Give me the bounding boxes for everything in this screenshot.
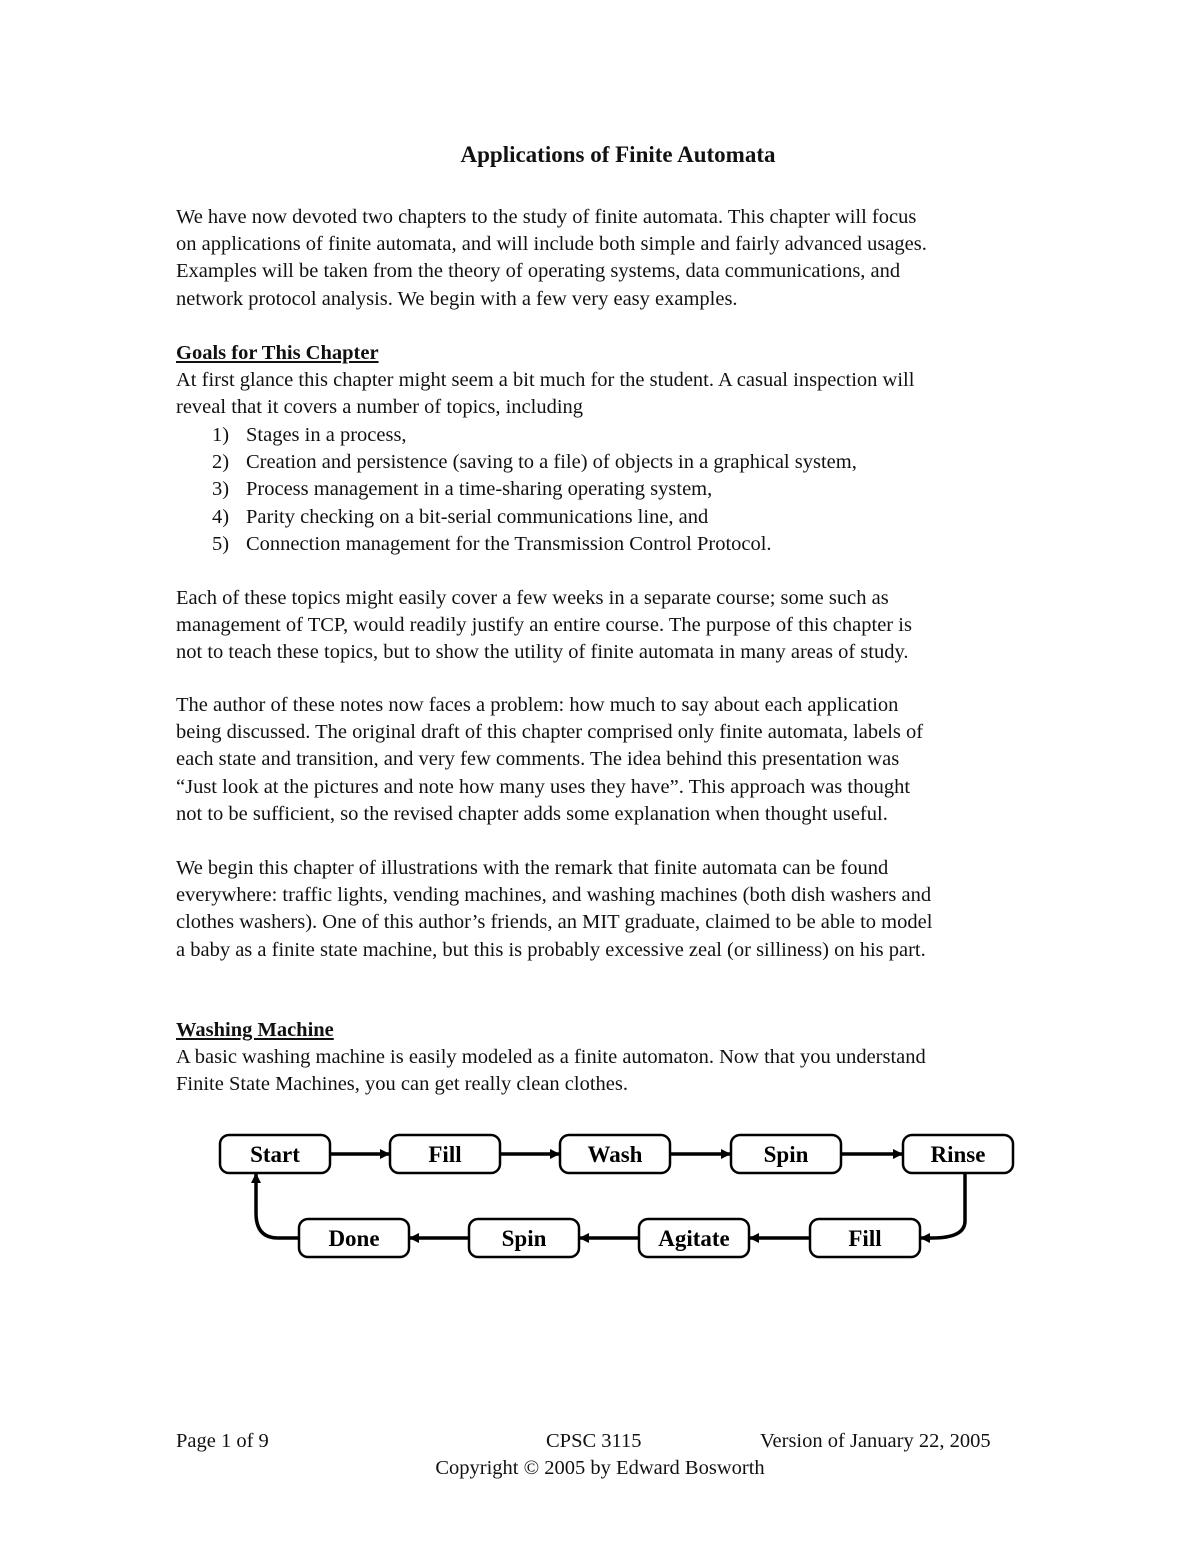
everywhere-paragraph: We begin this chapter of illustrations w… <box>176 855 1066 964</box>
washing-section: Washing Machine A basic washing machine … <box>176 1017 1066 1099</box>
text-line: each state and transition, and very few … <box>176 748 900 771</box>
list-item: 5) Connection management for the Transmis… <box>212 532 772 555</box>
text-line: We begin this chapter of illustrations w… <box>176 857 889 879</box>
text-line: A basic washing machine is easily modele… <box>176 1046 926 1069</box>
list-item: 3) Process management in a time-sharing o… <box>212 478 713 501</box>
text-line: We have now devoted two chapters to the … <box>176 206 917 228</box>
text-line: Each of these topics might easily cover … <box>176 587 889 609</box>
transition-arrow <box>920 1173 967 1243</box>
footer-page: Page 1 of 9 <box>176 1430 269 1452</box>
state-fill: Fill <box>388 1133 502 1175</box>
state-label: Wash <box>588 1142 643 1167</box>
list-item: 4) Parity checking on a bit-serial commun… <box>212 505 709 528</box>
text-line: not to teach these topics, but to show t… <box>176 641 909 664</box>
text-line: network protocol analysis. We begin with… <box>176 287 738 310</box>
text-line: Examples will be taken from the theory o… <box>176 260 901 283</box>
topics-paragraph: Each of these topics might easily cover … <box>176 585 1066 667</box>
state-label: Fill <box>848 1226 881 1251</box>
text-line: a baby as a finite state machine, but th… <box>176 938 926 961</box>
list-item: 1) Stages in a process, <box>212 424 407 446</box>
text-line: “Just look at the pictures and note how … <box>176 775 911 798</box>
goals-section: Goals for This Chapter At first glance t… <box>176 340 1066 422</box>
footer-copyright: Copyright © 2005 by Edward Bosworth <box>435 1457 765 1479</box>
text-line: Finite State Machines, you can get reall… <box>176 1073 628 1096</box>
state-rinse: Rinse <box>901 1133 1015 1175</box>
state-start: Start <box>218 1133 332 1175</box>
intro-paragraph: We have now devoted two chapters to the … <box>176 204 1066 313</box>
transition-arrow <box>251 1173 299 1240</box>
document-title: Applications of Finite Automata <box>460 142 776 167</box>
text-line: being discussed. The original draft of t… <box>176 721 924 744</box>
list-item: 2) Creation and persistence (saving to a … <box>212 451 857 474</box>
state-label: Rinse <box>931 1142 986 1167</box>
text-line: At first glance this chapter might seem … <box>176 369 915 392</box>
state-spin-2: Spin <box>467 1217 581 1259</box>
state-spin: Spin <box>729 1133 843 1175</box>
text-line: on applications of finite automata, and … <box>176 233 927 256</box>
text-line: not to be sufficient, so the revised cha… <box>176 802 888 825</box>
state-label: Fill <box>428 1142 461 1167</box>
state-wash: Wash <box>558 1133 672 1175</box>
text-line: The author of these notes now faces a pr… <box>176 694 899 716</box>
text-line: clothes washers). One of this author’s f… <box>176 911 933 934</box>
state-label: Done <box>328 1226 379 1251</box>
text-line: reveal that it covers a number of topics… <box>176 396 584 419</box>
text-line: everywhere: traffic lights, vending mach… <box>176 884 932 907</box>
state-fill-2: Fill <box>808 1217 922 1259</box>
washing-heading: Washing Machine <box>176 1019 334 1041</box>
state-label: Spin <box>502 1226 547 1251</box>
topics-list: 1) Stages in a process, 2) Creation and pe… <box>212 422 857 558</box>
text-line: management of TCP, would readily justify… <box>176 614 912 637</box>
goals-heading: Goals for This Chapter <box>176 342 379 364</box>
author-paragraph: The author of these notes now faces a pr… <box>176 692 1066 828</box>
state-label: Agitate <box>658 1226 730 1251</box>
state-agitate-2: Agitate <box>637 1217 751 1259</box>
footer-version: Version of January 22, 2005 <box>760 1430 991 1452</box>
footer-course: CPSC 3115 <box>546 1430 642 1452</box>
state-label: Spin <box>764 1142 809 1167</box>
state-done-2: Done <box>297 1217 411 1259</box>
state-label: Start <box>250 1142 300 1167</box>
